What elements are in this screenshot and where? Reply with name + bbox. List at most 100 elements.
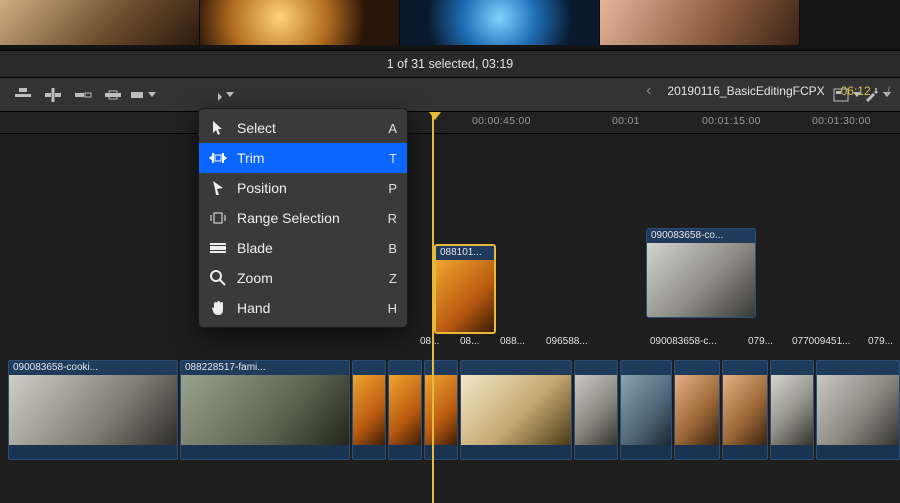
mini-label: 079... [748,336,773,347]
browser-thumb[interactable] [0,0,200,45]
clip-audio-waveform [723,445,767,459]
menu-item-select[interactable]: Select A [199,113,407,143]
browser-thumb[interactable] [600,0,800,45]
clip-label [353,361,385,375]
hand-icon [209,300,227,316]
mini-label: 088... [500,336,525,347]
timecode-mark: 00:00:45:00 [472,115,531,127]
clip-thumbnail [575,375,617,445]
clip-audio-waveform [621,445,671,459]
clip-thumbnail [771,375,813,445]
storyline-clip[interactable] [574,360,618,460]
clip-label: 088228517-fami... [181,361,349,375]
clip-audio-waveform [353,445,385,459]
menu-item-label: Select [237,120,276,136]
timeline-ruler[interactable]: 00:00:45:00 00:01 00:01:15:00 00:01:30:0… [0,112,900,134]
clip-audio-waveform [575,445,617,459]
tools-menu: Select A Trim T Position P Range Selecti… [198,108,408,328]
append-icon[interactable] [68,83,98,107]
clip-label [675,361,719,375]
storyline-clip[interactable] [424,360,458,460]
menu-item-shortcut: A [388,121,397,136]
clip-audio-waveform [675,445,719,459]
project-info: ‹ 20190116_BasicEditingFCPX 06:12 / [646,82,890,100]
storyline-clip[interactable] [352,360,386,460]
clip-thumbnail [461,375,571,445]
menu-item-range-selection[interactable]: Range Selection R [199,203,407,233]
clip-label [461,361,571,375]
zoom-icon [209,270,227,286]
clip-thumbnail [675,375,719,445]
menu-item-hand[interactable]: Hand H [199,293,407,323]
mini-label: 096588... [546,336,588,347]
storyline-clip[interactable] [770,360,814,460]
menu-item-zoom[interactable]: Zoom Z [199,263,407,293]
chevron-down-icon [148,92,156,97]
clip-label [425,361,457,375]
menu-item-label: Trim [237,150,264,166]
clip-label [723,361,767,375]
clip-label [771,361,813,375]
menu-item-shortcut: P [388,181,397,196]
menu-item-position[interactable]: Position P [199,173,407,203]
project-name: 20190116_BasicEditingFCPX [667,84,824,98]
playhead[interactable] [432,112,434,503]
connected-clip[interactable]: 090083658-co... [646,228,756,318]
menu-item-shortcut: Z [389,271,397,286]
clip-thumbnail [817,375,899,445]
storyline-clip[interactable] [460,360,572,460]
menu-item-label: Position [237,180,287,196]
clip-thumbnail [353,375,385,445]
menu-item-shortcut: H [388,301,397,316]
storyline-clip[interactable] [674,360,720,460]
menu-item-blade[interactable]: Blade B [199,233,407,263]
clip-label [621,361,671,375]
clip-thumbnail [9,375,177,445]
clip-label: 088101... [436,246,494,260]
clip-thumbnail [436,260,494,332]
browser-thumb[interactable] [400,0,600,45]
connect-above-icon[interactable] [8,83,38,107]
mini-clip-labels: 08... 08... 088... 096588... 090083658-c… [420,336,900,354]
browser-thumb[interactable] [200,0,400,45]
timeline-history-back-icon[interactable]: ‹ [646,82,651,100]
project-separator: / [887,84,890,98]
mini-label: 090083658-c... [650,336,717,347]
clip-thumbnail [425,375,457,445]
storyline-clip[interactable] [388,360,422,460]
storyline-clip[interactable]: 090083658-cooki... [8,360,178,460]
timecode-mark: 00:01:15:00 [702,115,761,127]
insert-icon[interactable] [38,83,68,107]
clip-thumbnail [723,375,767,445]
mini-label: 08... [460,336,479,347]
clip-audio-waveform [389,445,421,459]
clip-thumbnail [621,375,671,445]
storyline-clip[interactable] [722,360,768,460]
edit-mode-dropdown[interactable] [128,83,158,107]
clip-audio-waveform [9,445,177,459]
menu-item-trim[interactable]: Trim T [199,143,407,173]
clip-label [575,361,617,375]
primary-storyline[interactable]: 090083658-cooki...088228517-fami... [8,360,900,460]
overwrite-icon[interactable] [98,83,128,107]
storyline-clip[interactable]: 088228517-fami... [180,360,350,460]
clip-audio-waveform [181,445,349,459]
chevron-down-icon [226,92,234,97]
menu-item-shortcut: T [389,151,397,166]
connected-clip[interactable]: 088101... [434,244,496,334]
clip-audio-waveform [771,445,813,459]
menu-item-label: Zoom [237,270,273,286]
storyline-clip[interactable] [816,360,900,460]
clip-label: 090083658-co... [647,229,755,243]
storyline-clip[interactable] [620,360,672,460]
clip-audio-waveform [817,445,899,459]
mini-label: 079... [868,336,893,347]
tools-dropdown[interactable] [208,83,234,107]
selection-status-bar: 1 of 31 selected, 03:19 [0,50,900,78]
menu-item-label: Blade [237,240,273,256]
menu-item-label: Range Selection [237,210,340,226]
menu-item-label: Hand [237,300,270,316]
menu-item-shortcut: B [388,241,397,256]
clip-thumbnail [181,375,349,445]
clip-thumbnail [647,243,755,317]
